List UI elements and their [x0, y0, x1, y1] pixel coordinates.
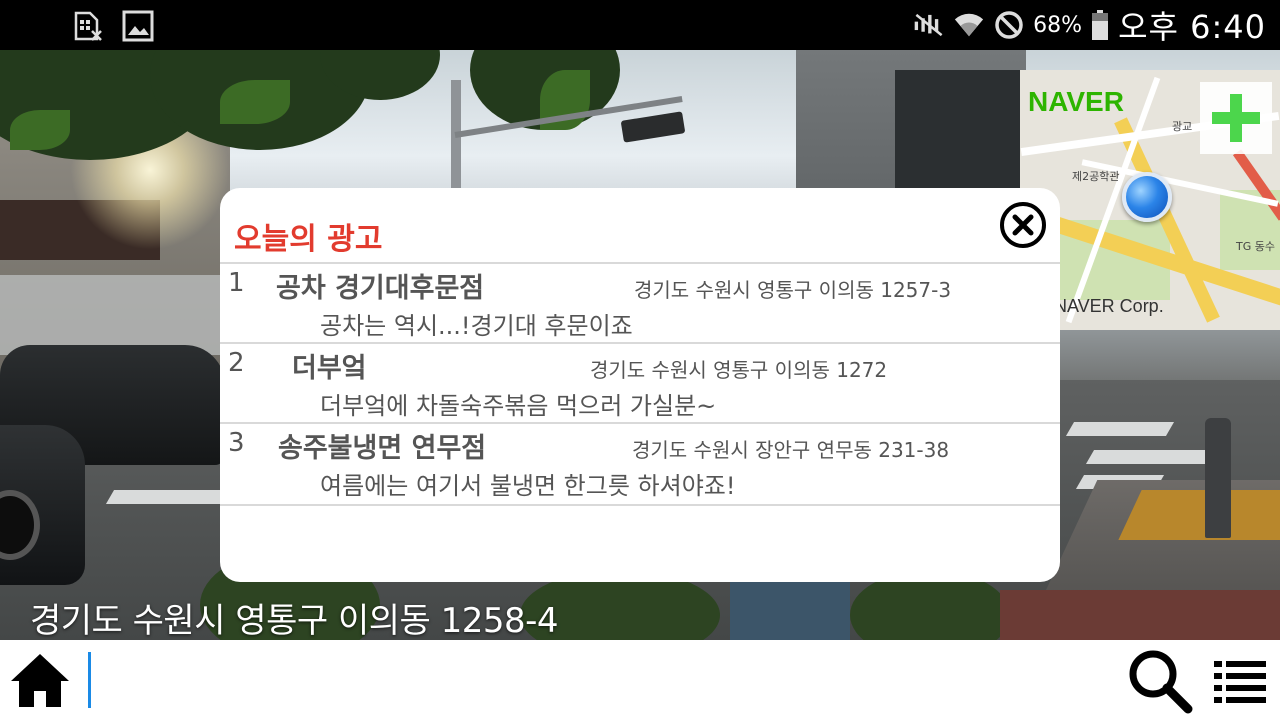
battery-percent: 68%: [1033, 12, 1083, 38]
search-input[interactable]: [88, 652, 1108, 708]
ad-number: 3: [228, 428, 245, 458]
ad-description: 공차는 역시...!경기대 후문이죠: [320, 312, 633, 340]
bollard: [1205, 418, 1231, 538]
dialog-divider: [220, 504, 1060, 506]
menu-icon: [1214, 661, 1266, 703]
close-icon: [1012, 214, 1034, 236]
ad-store-address: 경기도 수원시 영통구 이의동 1272: [590, 358, 888, 382]
gallery-icon: [122, 10, 154, 42]
battery-icon: [1090, 9, 1110, 41]
ad-description: 여름에는 여기서 불냉면 한그릇 하셔야죠!: [320, 472, 736, 500]
storefront-window: [0, 275, 230, 355]
map-label: TG 동수: [1236, 240, 1275, 253]
location-pin-icon: [1122, 172, 1172, 222]
current-address: 경기도 수원시 영통구 이의동 1258-4: [30, 601, 559, 641]
status-bar: 68% 오후 6:40: [0, 0, 1280, 50]
search-icon: [1129, 650, 1193, 714]
ad-list-item[interactable]: 2 더부엌 경기도 수원시 영통구 이의동 1272 더부엌에 차돌숙주볶음 먹…: [220, 342, 1060, 422]
traffic-light: [620, 111, 686, 143]
crosswalk-stripe: [1085, 450, 1215, 464]
dialog-title: 오늘의 광고: [234, 222, 383, 257]
home-icon: [11, 654, 69, 707]
ad-description: 더부엌에 차돌숙주볶음 먹으러 가실분~: [320, 392, 717, 420]
wifi-icon: [953, 9, 985, 41]
crosswalk-stripe: [105, 490, 235, 504]
zoom-in-button[interactable]: [1200, 82, 1272, 154]
ad-store-name: 송주불냉면 연무점: [278, 433, 487, 464]
ad-number: 2: [228, 348, 245, 378]
bottom-bar: [0, 640, 1280, 720]
naver-logo: NAVER: [1028, 86, 1124, 117]
map-label: 제2공학관: [1072, 170, 1120, 183]
ad-list-item[interactable]: 3 송주불냉면 연무점 경기도 수원시 장안구 연무동 231-38 여름에는 …: [220, 422, 1060, 502]
blocked-icon: [993, 9, 1025, 41]
tactile-paving: [1118, 490, 1280, 540]
leaf: [220, 80, 290, 124]
mute-icon: [913, 9, 945, 41]
ad-store-name: 공차 경기대후문점: [276, 273, 485, 304]
utility-box: [730, 580, 850, 640]
red-pavement: [1000, 590, 1280, 640]
ad-store-address: 경기도 수원시 장안구 연무동 231-38: [632, 438, 950, 462]
search-button[interactable]: [1124, 646, 1196, 716]
ad-number: 1: [228, 268, 245, 298]
map-label: 광교: [1172, 120, 1193, 133]
plus-icon: [1212, 94, 1260, 142]
no-sim-icon: [72, 10, 104, 42]
ad-dialog: 오늘의 광고 1 공차 경기대후문점 경기도 수원시 영통구 이의동 1257-…: [220, 188, 1060, 582]
ad-store-name: 더부엌: [292, 353, 367, 384]
ad-list-item[interactable]: 1 공차 경기대후문점 경기도 수원시 영통구 이의동 1257-3 공차는 역…: [220, 262, 1060, 342]
crosswalk-stripe: [1065, 422, 1175, 436]
clock: 오후 6:40: [1118, 8, 1266, 46]
home-button[interactable]: [8, 650, 72, 710]
close-button[interactable]: [1000, 202, 1046, 248]
map-copyright: NAVER Corp.: [1054, 296, 1164, 316]
ad-store-address: 경기도 수원시 영통구 이의동 1257-3: [634, 278, 952, 302]
menu-button[interactable]: [1210, 654, 1270, 710]
leaf: [10, 110, 70, 150]
